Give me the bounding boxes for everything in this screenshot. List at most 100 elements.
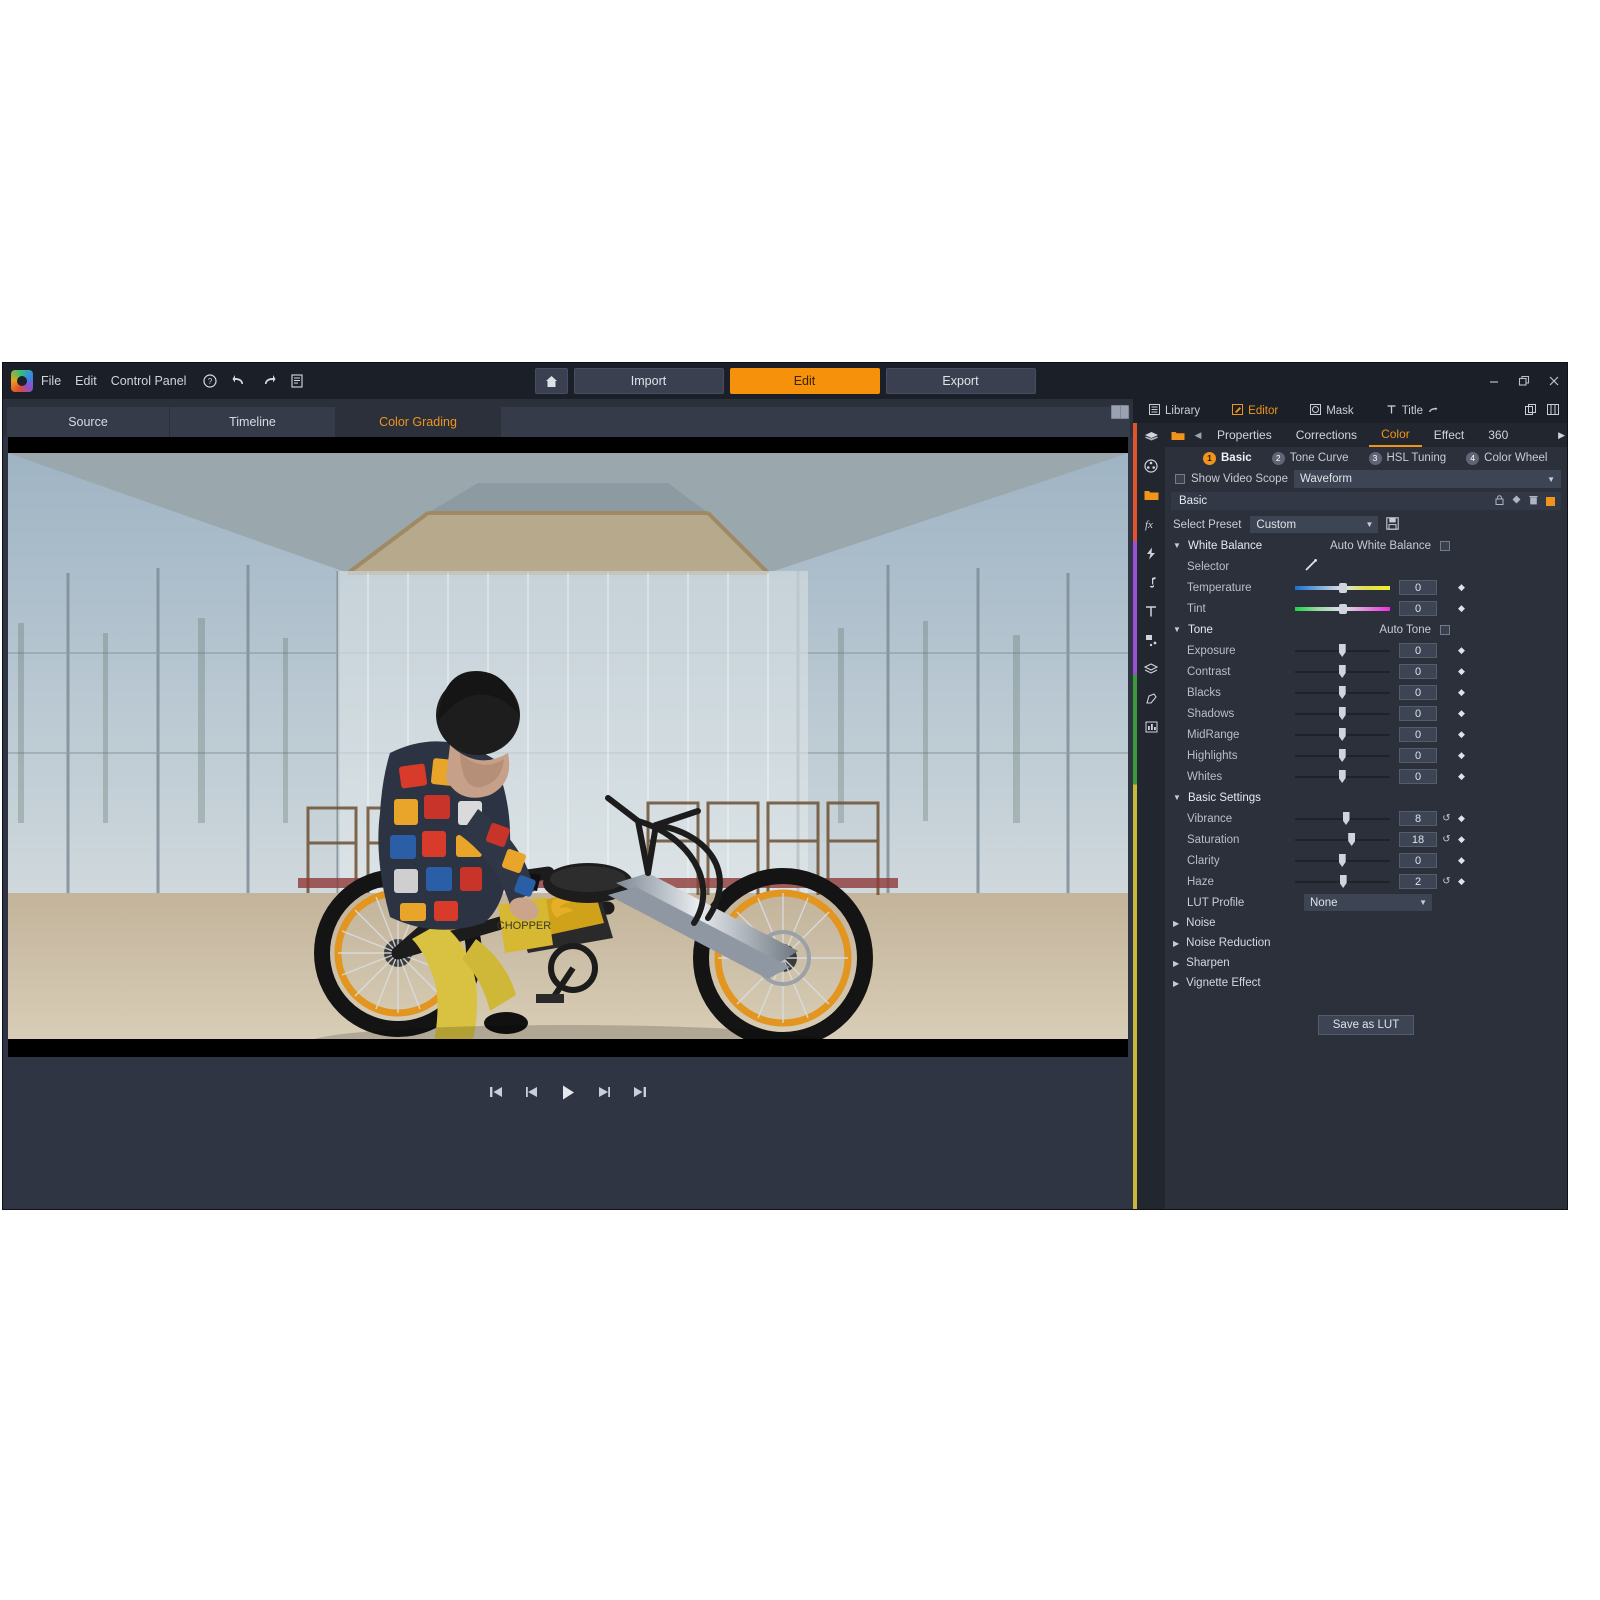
midrange-value[interactable]: 0 bbox=[1399, 727, 1437, 742]
shadows-slider[interactable] bbox=[1295, 706, 1390, 722]
film-reel-icon[interactable] bbox=[1142, 458, 1160, 474]
export-button[interactable]: Export bbox=[885, 368, 1036, 394]
haze-slider[interactable] bbox=[1295, 874, 1390, 890]
tab-source[interactable]: Source bbox=[7, 407, 170, 437]
section-noise-reduction[interactable]: ▶ Noise Reduction bbox=[1165, 933, 1567, 953]
eyedropper-icon[interactable] bbox=[1304, 558, 1318, 575]
step-forward-icon[interactable] bbox=[595, 1083, 613, 1101]
shadows-keyframe-icon[interactable]: ◆ bbox=[1455, 708, 1468, 719]
auto-tone-checkbox[interactable] bbox=[1440, 624, 1450, 635]
clarity-value[interactable]: 0 bbox=[1399, 853, 1437, 868]
haze-keyframe-icon[interactable]: ◆ bbox=[1455, 876, 1468, 887]
save-preset-icon[interactable] bbox=[1386, 516, 1400, 533]
layers-icon[interactable] bbox=[1142, 661, 1160, 677]
group-white-balance[interactable]: ▼ White Balance Auto White Balance bbox=[1165, 535, 1567, 556]
contrast-slider[interactable] bbox=[1295, 664, 1390, 680]
folder-icon[interactable] bbox=[1142, 487, 1160, 503]
highlights-value[interactable]: 0 bbox=[1399, 748, 1437, 763]
blacks-slider[interactable] bbox=[1295, 685, 1390, 701]
tab-library[interactable]: Library bbox=[1133, 399, 1216, 423]
video-frame[interactable]: CHOPPER bbox=[8, 437, 1128, 1057]
color-swatch-icon[interactable] bbox=[1546, 496, 1555, 506]
highlights-slider[interactable] bbox=[1295, 748, 1390, 764]
document-icon[interactable] bbox=[289, 373, 305, 389]
chart-bar-icon[interactable] bbox=[1142, 719, 1160, 735]
tab-editor[interactable]: Editor bbox=[1216, 399, 1294, 423]
mode-tab-corrections[interactable]: Corrections bbox=[1284, 423, 1369, 447]
close-icon[interactable] bbox=[1547, 374, 1561, 388]
transition-bolt-icon[interactable] bbox=[1142, 545, 1160, 561]
saturation-reset-icon[interactable]: ↺ bbox=[1440, 834, 1453, 845]
vibrance-slider[interactable] bbox=[1295, 811, 1390, 827]
vibrance-reset-icon[interactable]: ↺ bbox=[1440, 813, 1453, 824]
group-tone[interactable]: ▼ Tone Auto Tone bbox=[1165, 619, 1567, 640]
menu-item-control-panel[interactable]: Control Panel bbox=[111, 374, 187, 388]
saturation-value[interactable]: 18 bbox=[1399, 832, 1437, 847]
midrange-keyframe-icon[interactable]: ◆ bbox=[1455, 729, 1468, 740]
tint-keyframe-icon[interactable]: ◆ bbox=[1455, 603, 1468, 614]
clarity-slider[interactable] bbox=[1295, 853, 1390, 869]
video-scope-select[interactable]: Waveform ▼ bbox=[1293, 470, 1561, 488]
motion-track-icon[interactable] bbox=[1142, 632, 1160, 648]
tab-title[interactable]: Title bbox=[1370, 399, 1454, 423]
skip-to-start-icon[interactable] bbox=[487, 1083, 505, 1101]
mode-tab-effect[interactable]: Effect bbox=[1422, 423, 1476, 447]
vibrance-keyframe-icon[interactable]: ◆ bbox=[1455, 813, 1468, 824]
save-as-lut-button[interactable]: Save as LUT bbox=[1318, 1015, 1414, 1035]
mode-tabs-scroll-right-icon[interactable]: ▶ bbox=[1558, 430, 1565, 441]
saturation-slider[interactable] bbox=[1295, 832, 1390, 848]
help-icon[interactable]: ? bbox=[202, 373, 218, 389]
trash-icon[interactable] bbox=[1529, 495, 1538, 508]
skip-to-end-icon[interactable] bbox=[631, 1083, 649, 1101]
saturation-keyframe-icon[interactable]: ◆ bbox=[1455, 834, 1468, 845]
subtab-tone-curve[interactable]: 2 Tone Curve bbox=[1262, 451, 1359, 465]
lock-icon[interactable] bbox=[1495, 494, 1504, 508]
whites-value[interactable]: 0 bbox=[1399, 769, 1437, 784]
text-tool-icon[interactable] bbox=[1142, 603, 1160, 619]
music-note-icon[interactable] bbox=[1142, 574, 1160, 590]
temperature-slider[interactable] bbox=[1295, 580, 1390, 596]
temperature-keyframe-icon[interactable]: ◆ bbox=[1455, 582, 1468, 593]
section-vignette-effect[interactable]: ▶ Vignette Effect bbox=[1165, 973, 1567, 993]
grid-panel-icon[interactable] bbox=[1547, 404, 1567, 418]
layout-toggle-icon[interactable] bbox=[1111, 405, 1129, 419]
mode-tab-properties[interactable]: Properties bbox=[1205, 423, 1284, 447]
subtab-basic[interactable]: 1 Basic bbox=[1193, 451, 1262, 465]
exposure-keyframe-icon[interactable]: ◆ bbox=[1455, 645, 1468, 656]
blacks-value[interactable]: 0 bbox=[1399, 685, 1437, 700]
midrange-slider[interactable] bbox=[1295, 727, 1390, 743]
tint-value[interactable]: 0 bbox=[1399, 601, 1437, 616]
import-button[interactable]: Import bbox=[573, 368, 724, 394]
menu-item-edit[interactable]: Edit bbox=[75, 374, 97, 388]
select-preset-dropdown[interactable]: Custom ▼ bbox=[1250, 516, 1379, 533]
play-icon[interactable] bbox=[559, 1083, 577, 1101]
menu-item-file[interactable]: File bbox=[41, 374, 61, 388]
tab-color-grading[interactable]: Color Grading bbox=[336, 407, 501, 437]
mode-tab-color[interactable]: Color bbox=[1369, 423, 1422, 447]
exposure-value[interactable]: 0 bbox=[1399, 643, 1437, 658]
duplicate-panel-icon[interactable] bbox=[1525, 403, 1547, 419]
edit-button[interactable]: Edit bbox=[729, 368, 880, 394]
lut-profile-dropdown[interactable]: None ▼ bbox=[1304, 894, 1432, 911]
section-noise[interactable]: ▶ Noise bbox=[1165, 913, 1567, 933]
section-sharpen[interactable]: ▶ Sharpen bbox=[1165, 953, 1567, 973]
show-video-scope-checkbox[interactable] bbox=[1175, 474, 1185, 484]
panel-folder-icon[interactable] bbox=[1165, 430, 1191, 441]
home-button[interactable] bbox=[534, 368, 568, 394]
minimize-icon[interactable] bbox=[1487, 374, 1501, 388]
auto-white-balance-checkbox[interactable] bbox=[1440, 540, 1450, 551]
media-stack-icon[interactable] bbox=[1142, 429, 1160, 445]
contrast-value[interactable]: 0 bbox=[1399, 664, 1437, 679]
keyframe-icon[interactable] bbox=[1512, 495, 1521, 507]
tint-slider[interactable] bbox=[1295, 601, 1390, 617]
clarity-keyframe-icon[interactable]: ◆ bbox=[1455, 855, 1468, 866]
haze-reset-icon[interactable]: ↺ bbox=[1440, 876, 1453, 887]
subtab-hsl-tuning[interactable]: 3 HSL Tuning bbox=[1359, 451, 1457, 465]
undo-icon[interactable] bbox=[231, 373, 247, 389]
haze-value[interactable]: 2 bbox=[1399, 874, 1437, 889]
vibrance-value[interactable]: 8 bbox=[1399, 811, 1437, 826]
subtab-color-wheel[interactable]: 4 Color Wheel bbox=[1456, 451, 1557, 465]
mode-tabs-scroll-left-icon[interactable]: ◀ bbox=[1191, 430, 1205, 441]
highlights-keyframe-icon[interactable]: ◆ bbox=[1455, 750, 1468, 761]
mode-tab-360[interactable]: 360 bbox=[1476, 423, 1520, 447]
